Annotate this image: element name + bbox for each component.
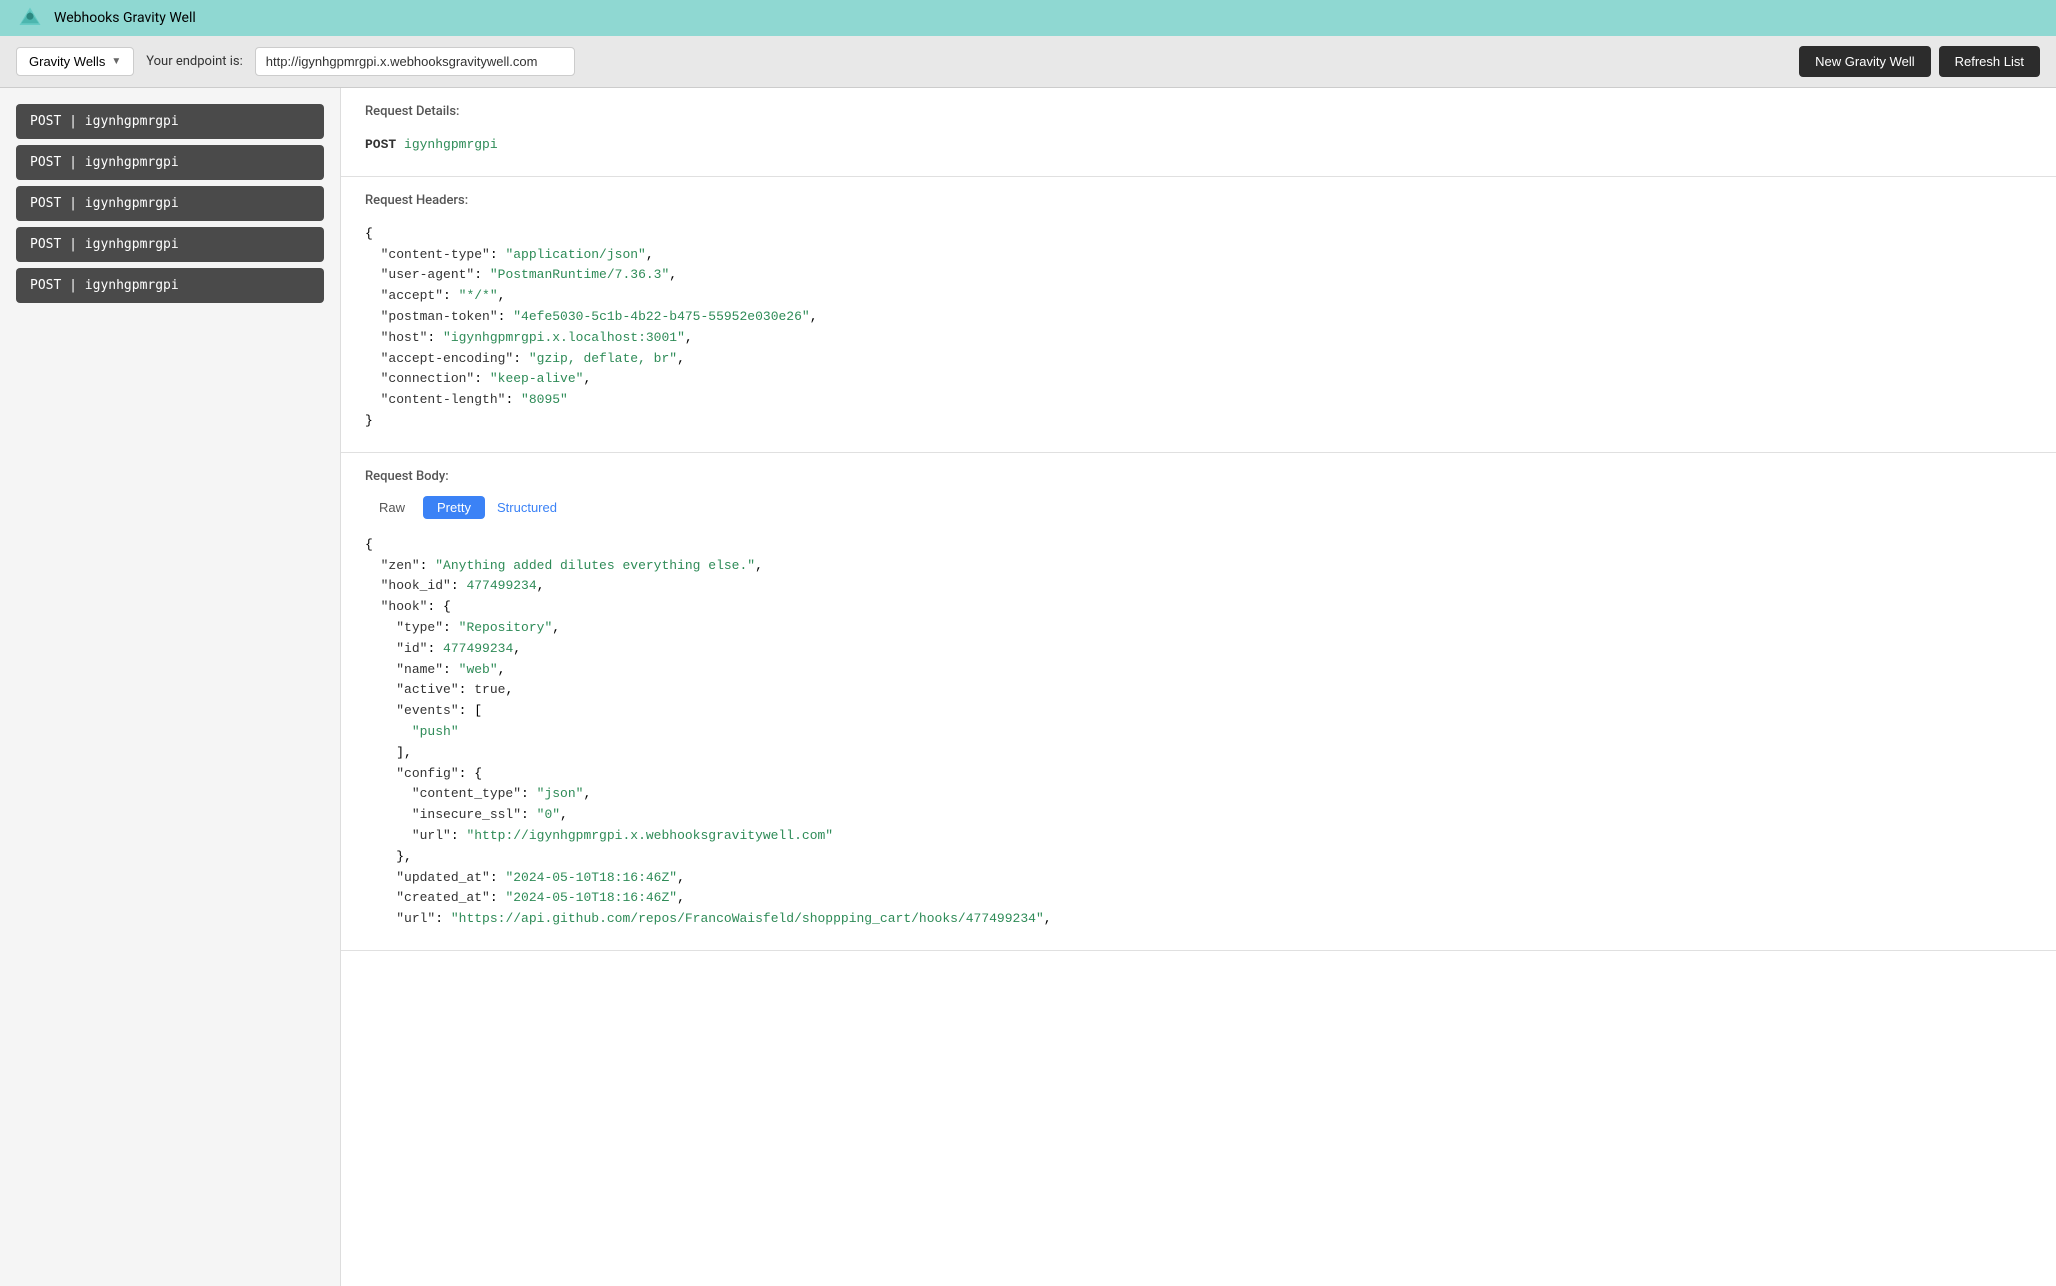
request-headers-title: Request Headers: [365, 193, 2032, 208]
request-body-section: Request Body: Raw Pretty Structured { "z… [341, 453, 2056, 951]
request-item[interactable]: POST | igynhgpmrgpi [16, 227, 324, 262]
request-list-panel: POST | igynhgpmrgpi POST | igynhgpmrgpi … [0, 88, 340, 1286]
topbar: Webhooks Gravity Well [0, 0, 2056, 36]
request-details-title: Request Details: [365, 104, 2032, 119]
endpoint-input[interactable] [255, 47, 575, 76]
gravity-wells-dropdown[interactable]: Gravity Wells [16, 47, 134, 76]
tab-pretty[interactable]: Pretty [423, 496, 485, 519]
request-body-title: Request Body: [365, 469, 2032, 484]
request-item[interactable]: POST | igynhgpmrgpi [16, 104, 324, 139]
tab-structured[interactable]: Structured [489, 496, 565, 519]
app-logo [16, 4, 44, 32]
tab-raw[interactable]: Raw [365, 496, 419, 519]
endpoint-label: Your endpoint is: [146, 54, 243, 69]
toolbar: Gravity Wells Your endpoint is: New Grav… [0, 36, 2056, 88]
request-item[interactable]: POST | igynhgpmrgpi [16, 186, 324, 221]
request-body-code: { "zen": "Anything added dilutes everyth… [365, 531, 2032, 934]
request-headers-section: Request Headers: { "content-type": "appl… [341, 177, 2056, 453]
request-headers-code: { "content-type": "application/json", "u… [365, 220, 2032, 436]
request-detail-panel: Request Details: POST igynhgpmrgpi Reque… [340, 88, 2056, 1286]
main-layout: POST | igynhgpmrgpi POST | igynhgpmrgpi … [0, 88, 2056, 1286]
request-item[interactable]: POST | igynhgpmrgpi [16, 145, 324, 180]
request-item[interactable]: POST | igynhgpmrgpi [16, 268, 324, 303]
refresh-list-button[interactable]: Refresh List [1939, 46, 2040, 77]
new-gravity-well-button[interactable]: New Gravity Well [1799, 46, 1930, 77]
body-tabs: Raw Pretty Structured [365, 496, 2032, 519]
app-title: Webhooks Gravity Well [54, 10, 196, 26]
request-details-section: Request Details: POST igynhgpmrgpi [341, 88, 2056, 177]
request-details-code: POST igynhgpmrgpi [365, 131, 2032, 160]
